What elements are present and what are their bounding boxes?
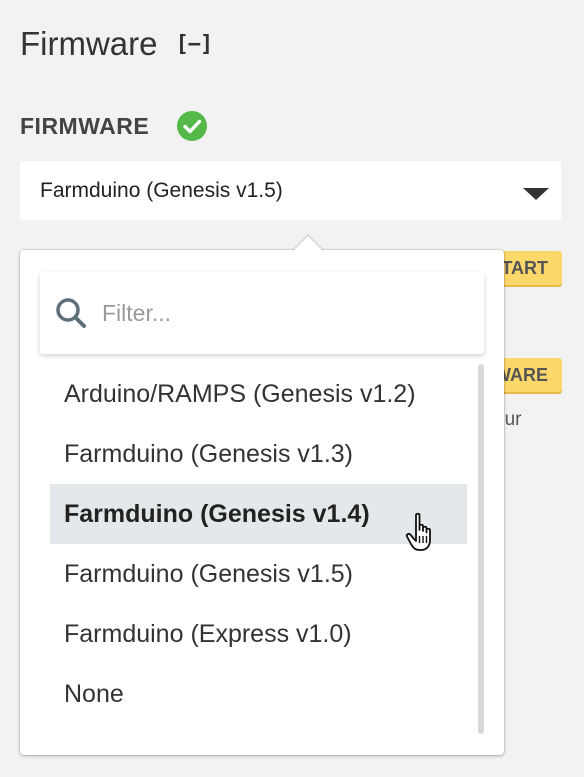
option-farmduino-genesis-v1-3[interactable]: Farmduino (Genesis v1.3) (50, 424, 467, 484)
firmware-label-row: FIRMWARE (20, 108, 208, 144)
option-none[interactable]: None (50, 664, 467, 724)
collapse-toggle-button[interactable]: [−] (176, 32, 214, 57)
popover-arrow-inner (293, 236, 323, 251)
dropdown-scrollbar[interactable] (478, 364, 484, 734)
caret-down-icon[interactable] (523, 188, 549, 200)
option-farmduino-express-v1-0[interactable]: Farmduino (Express v1.0) (50, 604, 467, 664)
filter-box (40, 272, 484, 354)
filter-input[interactable] (100, 298, 464, 328)
firmware-select-value: Farmduino (Genesis v1.5) (40, 178, 283, 202)
firmware-dropdown-popover: Arduino/RAMPS (Genesis v1.2) Farmduino (… (20, 234, 504, 755)
option-arduino-ramps-genesis-v1-2[interactable]: Arduino/RAMPS (Genesis v1.2) (50, 364, 467, 424)
firmware-select[interactable]: Farmduino (Genesis v1.5) (20, 161, 561, 220)
section-header: Firmware [−] (20, 22, 214, 66)
search-icon (56, 298, 86, 328)
section-title: Firmware (20, 25, 158, 62)
firmware-settings-page: Firmware [−] FIRMWARE Farmduino (Genesis… (0, 0, 584, 777)
firmware-option-list: Arduino/RAMPS (Genesis v1.2) Farmduino (… (50, 364, 467, 724)
option-farmduino-genesis-v1-4[interactable]: Farmduino (Genesis v1.4) (50, 484, 467, 544)
firmware-label: FIRMWARE (20, 112, 150, 139)
check-circle-icon (177, 111, 208, 141)
option-farmduino-genesis-v1-5[interactable]: Farmduino (Genesis v1.5) (50, 544, 467, 604)
